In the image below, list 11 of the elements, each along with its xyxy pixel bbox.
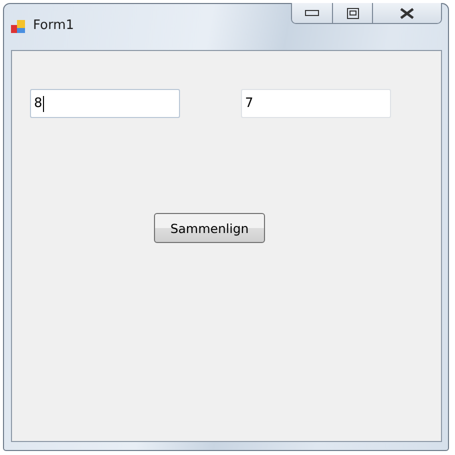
app-icon: [11, 19, 27, 35]
minimize-icon: [305, 10, 319, 16]
minimize-button[interactable]: [292, 3, 333, 23]
text-field[interactable]: 7: [241, 89, 391, 118]
window-title: Form1: [33, 18, 74, 33]
text-field[interactable]: 8: [30, 89, 180, 118]
close-button[interactable]: [373, 3, 441, 23]
compare-button[interactable]: Sammenlign: [154, 213, 265, 243]
maximize-icon: [346, 8, 358, 18]
close-icon: [400, 8, 414, 18]
maximize-button[interactable]: [333, 3, 373, 23]
